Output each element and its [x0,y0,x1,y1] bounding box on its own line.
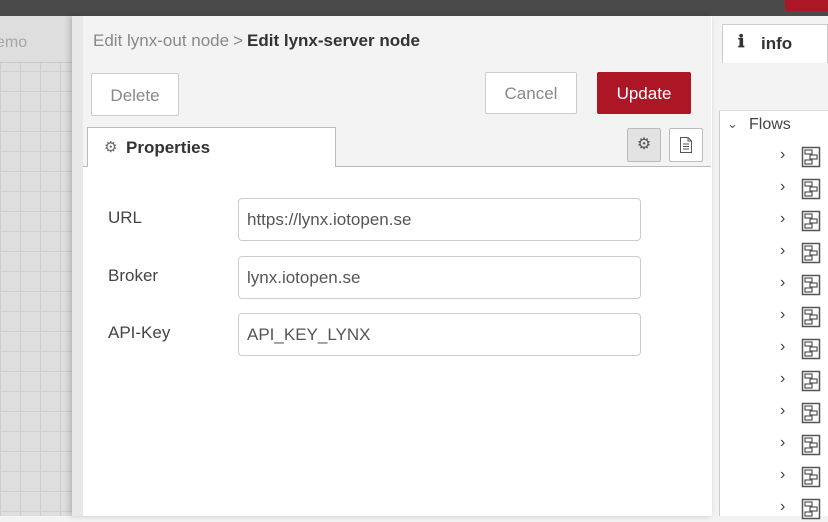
gear-icon: ⚙ [104,139,118,156]
flows-tree-header[interactable]: ⌄ Flows [719,114,828,138]
flow-item[interactable]: › [780,306,828,330]
url-label: URL [108,208,143,227]
chevron-right-icon: › [780,370,786,387]
flow-icon [801,402,821,424]
gear-icon: ⚙ [636,136,652,153]
flow-item[interactable]: › [780,178,828,202]
broker-input[interactable] [238,256,641,299]
flow-icon [801,370,821,392]
flow-item[interactable]: › [780,466,828,490]
canvas-overlay [0,16,73,516]
flow-item[interactable]: › [780,370,828,394]
node-description-button[interactable] [669,128,703,162]
api-key-label: API-Key [108,323,171,342]
flow-item[interactable]: › [780,434,828,458]
delete-button[interactable]: Delete [91,73,179,116]
broker-label: Broker [108,266,159,285]
flow-icon [801,274,821,296]
document-icon [680,137,692,153]
breadcrumb-current: Edit lynx-server node [247,31,420,50]
flow-icon [801,466,821,488]
node-settings-button[interactable]: ⚙ [627,128,661,162]
breadcrumb-separator: > [233,31,244,50]
flow-item[interactable]: › [780,210,828,234]
breadcrumb-parent[interactable]: Edit lynx-out node [93,31,229,50]
flow-icon [801,146,821,168]
chevron-right-icon: › [780,434,786,451]
tray-stack-edge[interactable] [72,16,83,516]
chevron-right-icon: › [780,338,786,355]
chevron-right-icon: › [780,146,786,163]
tab-properties[interactable]: ⚙ Properties [87,127,336,167]
flow-icon [801,306,821,328]
flow-icon [801,338,821,360]
flows-label: Flows [749,116,791,133]
info-icon: ℹ [738,32,745,51]
chevron-right-icon: › [780,178,786,195]
flow-item[interactable]: › [780,402,828,426]
flow-item[interactable]: › [780,274,828,298]
chevron-right-icon: › [780,242,786,259]
flow-icon [801,178,821,200]
chevron-right-icon: › [780,466,786,483]
flow-icon [801,434,821,456]
tab-properties-label: Properties [126,138,211,157]
sidebar-tab-info-label: info [761,34,793,53]
chevron-right-icon: › [780,306,786,323]
flow-item[interactable]: › [780,242,828,266]
flow-icon [801,498,821,520]
chevron-down-icon: ⌄ [727,116,738,131]
flow-item[interactable]: › [780,498,828,522]
flow-item[interactable]: › [780,146,828,170]
api-key-input[interactable] [238,313,641,356]
url-input[interactable] [238,198,641,241]
update-button[interactable]: Update [597,72,691,114]
flow-item[interactable]: › [780,338,828,362]
sidebar-toolbar [719,63,828,111]
chevron-right-icon: › [780,402,786,419]
chevron-right-icon: › [780,210,786,227]
deploy-button[interactable] [785,0,828,11]
app-header [0,0,828,16]
chevron-right-icon: › [780,274,786,291]
breadcrumb: Edit lynx-out node > Edit lynx-server node [93,31,420,51]
cancel-button[interactable]: Cancel [485,72,577,114]
flow-icon [801,242,821,264]
chevron-right-icon: › [780,498,786,515]
flow-icon [801,210,821,232]
sidebar-tab-info[interactable]: ℹ info [722,24,828,64]
